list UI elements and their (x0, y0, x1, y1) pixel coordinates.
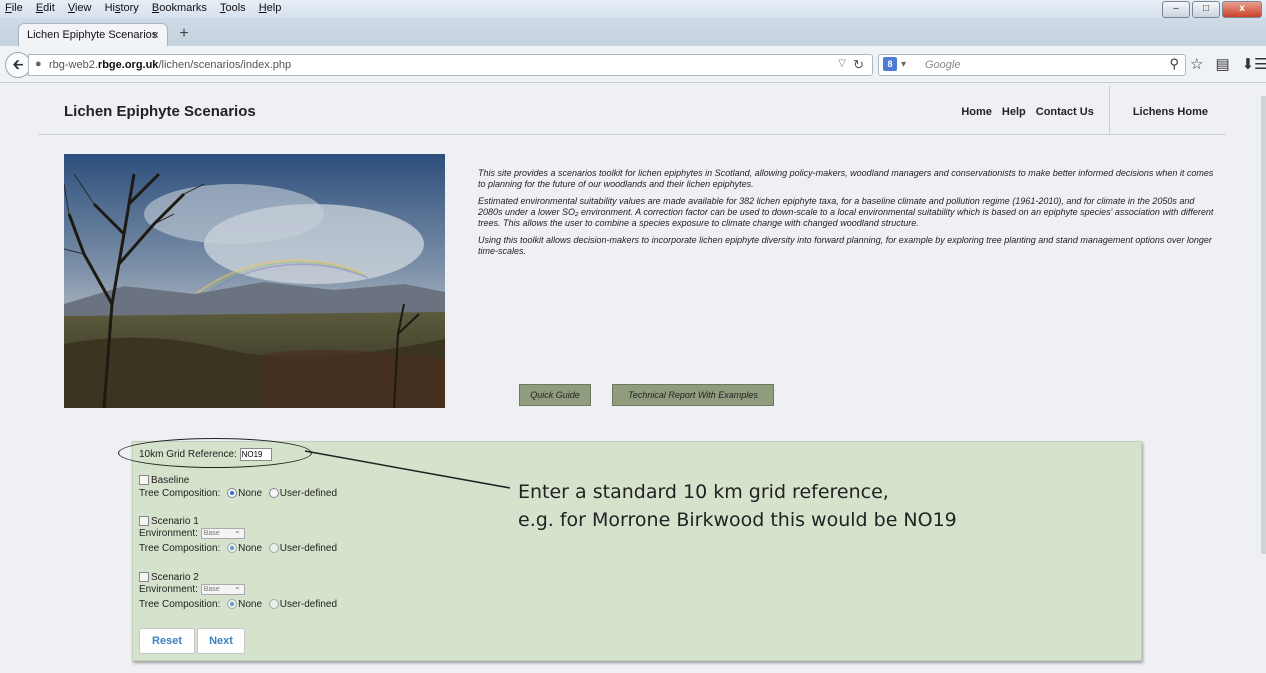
site-header: Lichen Epiphyte Scenarios Home Help Cont… (38, 86, 1226, 135)
nav-bar: 🡰 ● rbg-web2.rbge.org.uk/lichen/scenario… (0, 46, 1266, 83)
nav-help-link[interactable]: Help (997, 86, 1031, 134)
callout-line-2: e.g. for Morrone Birkwood this would be … (518, 509, 957, 531)
scenario1-environment-select[interactable]: Base (200, 526, 245, 539)
menu-file[interactable]: File (0, 0, 28, 16)
tree-composition-label: Tree Composition: (139, 488, 221, 499)
scenario1-user-defined-radio[interactable] (268, 543, 279, 554)
environment-label: Environment: (139, 528, 198, 540)
scenario2-tree-row: Tree Composition: None User-defined (139, 599, 337, 610)
scenario2-checkbox[interactable] (139, 572, 149, 583)
menu-help[interactable]: Help (254, 0, 287, 16)
tab-bar: Lichen Epiphyte Scenarios × + (0, 18, 1266, 47)
tab-lichen-scenarios[interactable]: Lichen Epiphyte Scenarios × (18, 23, 168, 47)
page-scrollbar[interactable] (1261, 96, 1266, 554)
reload-icon[interactable]: ↻ (853, 57, 864, 73)
nav-divider (1108, 86, 1110, 134)
baseline-tree-row: Tree Composition: None User-defined (139, 488, 337, 499)
callout-ellipse (118, 438, 312, 468)
baseline-label: Baseline (151, 475, 190, 486)
close-window-icon[interactable]: x (1222, 1, 1262, 18)
tree-composition-label: Tree Composition: (139, 599, 221, 610)
search-bar[interactable]: 8 ▾ Google ⚲ (878, 54, 1186, 76)
none-label: None (238, 488, 263, 499)
menu-history[interactable]: History (100, 0, 144, 16)
environment-label: Environment: (139, 584, 198, 596)
nav-contact-link[interactable]: Contact Us (1031, 86, 1099, 134)
menu-bookmarks[interactable]: Bookmarks (147, 0, 212, 16)
window-controls: – □ x (1162, 1, 1262, 18)
scenario1-row: Scenario 1 (139, 516, 199, 527)
intro-paragraph: Using this toolkit allows decision-maker… (478, 235, 1212, 256)
download-icon[interactable]: ⬇ (1242, 55, 1255, 73)
search-placeholder: Google (925, 59, 961, 71)
baseline-row: Baseline (139, 475, 189, 486)
bookmarks-list-icon[interactable]: ▤ (1215, 55, 1229, 73)
globe-icon: ● (35, 58, 42, 70)
top-nav: Home Help Contact Us Lichens Home (956, 86, 1226, 134)
user-defined-label: User-defined (279, 599, 338, 610)
scenario2-environment-row: Environment: Base (139, 582, 245, 596)
scenario2-row: Scenario 2 (139, 572, 199, 583)
scenario2-label: Scenario 2 (151, 572, 199, 583)
menu-view[interactable]: View (63, 0, 97, 16)
next-button[interactable]: Next (197, 628, 245, 654)
tab-title: Lichen Epiphyte Scenarios (27, 29, 158, 41)
landscape-photo (64, 154, 445, 408)
baseline-user-defined-radio[interactable] (268, 488, 279, 499)
scenario1-none-radio[interactable] (227, 543, 238, 554)
tree-composition-label: Tree Composition: (139, 543, 221, 554)
maximize-icon[interactable]: □ (1192, 1, 1220, 18)
nav-home-link[interactable]: Home (956, 86, 997, 134)
scenario2-none-radio[interactable] (227, 599, 238, 610)
scenario1-checkbox[interactable] (139, 516, 149, 527)
nav-lichens-home-link[interactable]: Lichens Home (1128, 86, 1226, 134)
reset-button[interactable]: Reset (139, 628, 195, 654)
url-text: rbg-web2.rbge.org.uk/lichen/scenarios/in… (49, 59, 292, 71)
url-dropdown-icon[interactable]: ▽ (838, 58, 846, 69)
user-defined-label: User-defined (279, 488, 338, 499)
baseline-checkbox[interactable] (139, 475, 149, 486)
site-title: Lichen Epiphyte Scenarios (64, 103, 256, 120)
intro-paragraph: Estimated environmental suitability valu… (478, 196, 1214, 228)
scenario2-environment-select[interactable]: Base (200, 582, 245, 595)
intro-paragraph: This site provides a scenarios toolkit f… (478, 168, 1214, 189)
technical-report-button[interactable]: Technical Report With Examples (612, 384, 774, 406)
menu-edit[interactable]: Edit (31, 0, 60, 16)
minimize-icon[interactable]: – (1162, 1, 1190, 18)
bookmark-star-icon[interactable]: ☆ (1190, 55, 1203, 73)
menu-icon[interactable]: ☰ (1254, 55, 1266, 73)
tab-close-icon[interactable]: × (152, 28, 159, 42)
url-bar[interactable]: ● rbg-web2.rbge.org.uk/lichen/scenarios/… (28, 54, 873, 76)
intro-text: This site provides a scenarios toolkit f… (478, 168, 1218, 263)
none-label: None (238, 599, 263, 610)
none-label: None (238, 543, 263, 554)
scenario1-label: Scenario 1 (151, 516, 199, 527)
scenario2-user-defined-radio[interactable] (268, 599, 279, 610)
callout-text: Enter a standard 10 km grid reference, e… (518, 478, 957, 534)
user-defined-label: User-defined (279, 543, 338, 554)
quick-guide-button[interactable]: Quick Guide (519, 384, 591, 406)
search-engine-dropdown-icon[interactable]: ▾ (901, 59, 906, 70)
callout-line-1: Enter a standard 10 km grid reference, (518, 481, 889, 503)
scenario1-tree-row: Tree Composition: None User-defined (139, 543, 337, 554)
menu-tools[interactable]: Tools (215, 0, 251, 16)
menu-bar: File Edit View History Bookmarks Tools H… (0, 0, 1266, 18)
google-icon[interactable]: 8 (883, 57, 897, 71)
baseline-none-radio[interactable] (227, 488, 238, 499)
new-tab-icon[interactable]: + (174, 25, 194, 43)
scenario1-environment-row: Environment: Base (139, 526, 245, 540)
search-icon[interactable]: ⚲ (1169, 56, 1179, 72)
scenario-form: 10km Grid Reference: Baseline Tree Compo… (132, 441, 1142, 661)
